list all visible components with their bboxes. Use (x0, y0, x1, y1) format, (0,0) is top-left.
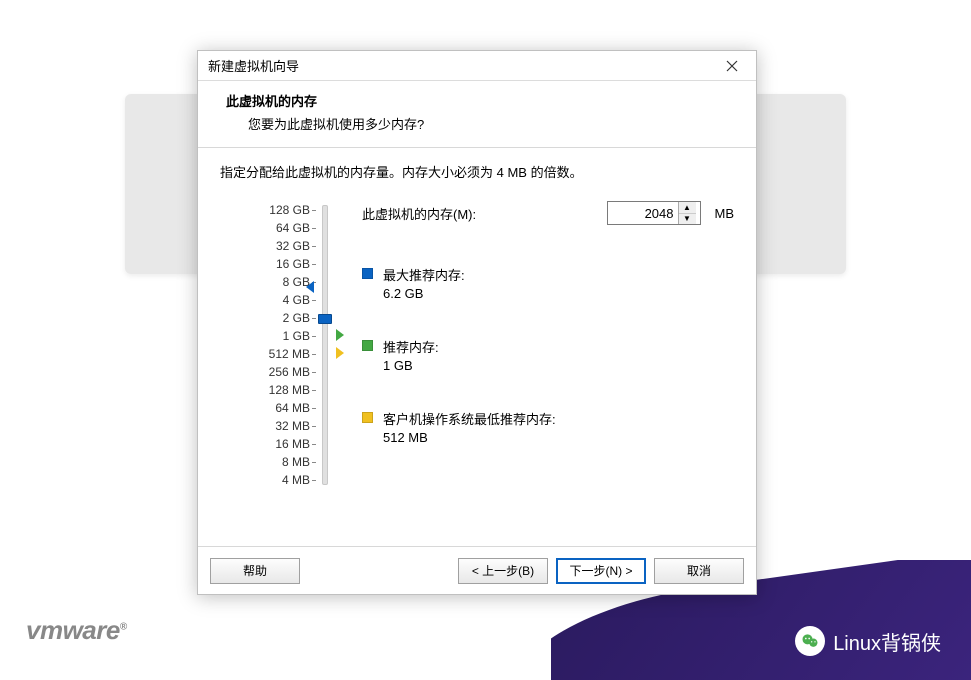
header-title: 此虚拟机的内存 (226, 91, 740, 110)
scale-tick: 4 MB (282, 471, 310, 489)
spin-up-button[interactable]: ▲ (679, 202, 696, 214)
cancel-button[interactable]: 取消 (654, 558, 744, 584)
scale-tick: 32 GB (276, 237, 310, 255)
legend-max-value: 6.2 GB (383, 286, 465, 301)
next-button[interactable]: 下一步(N) > (556, 558, 646, 584)
blue-square-icon (362, 268, 373, 279)
memory-slider[interactable] (318, 201, 332, 489)
legend-rec-label: 推荐内存: (383, 337, 439, 356)
slider-track (322, 205, 328, 485)
scale-tick: 16 GB (276, 255, 310, 273)
recommended-marker-icon (336, 329, 344, 341)
spin-down-button[interactable]: ▼ (679, 214, 696, 225)
scale-tick: 4 GB (283, 291, 310, 309)
wizard-button-row: 帮助 < 上一步(B) 下一步(N) > 取消 (198, 546, 756, 594)
memory-info-column: 此虚拟机的内存(M): ▲ ▼ MB 最大推荐内存: 6.2 GB (332, 201, 734, 489)
legend-max-label: 最大推荐内存: (383, 265, 465, 284)
yellow-square-icon (362, 412, 373, 423)
legend-max: 最大推荐内存: 6.2 GB (362, 265, 734, 301)
scale-tick: 128 MB (269, 381, 310, 399)
scale-tick: 8 MB (282, 453, 310, 471)
titlebar: 新建虚拟机向导 (198, 51, 756, 81)
scale-tick: 128 GB (269, 201, 310, 219)
scale-tick: 2 GB (283, 309, 310, 327)
scale-tick: 1 GB (283, 327, 310, 345)
scale-tick: 512 MB (269, 345, 310, 363)
wizard-content: 指定分配给此虚拟机的内存量。内存大小必须为 4 MB 的倍数。 128 GB 6… (198, 148, 756, 546)
memory-unit: MB (715, 206, 735, 221)
close-icon (726, 60, 738, 72)
instruction-text: 指定分配给此虚拟机的内存量。内存大小必须为 4 MB 的倍数。 (220, 162, 734, 181)
scale-tick: 256 MB (269, 363, 310, 381)
wechat-label: Linux背锅侠 (833, 627, 941, 656)
help-button[interactable]: 帮助 (210, 558, 300, 584)
max-marker-icon (306, 281, 314, 293)
spinner-buttons: ▲ ▼ (678, 202, 696, 224)
legend-minimum: 客户机操作系统最低推荐内存: 512 MB (362, 409, 734, 445)
window-title: 新建虚拟机向导 (208, 56, 299, 75)
new-vm-wizard-dialog: 新建虚拟机向导 此虚拟机的内存 您要为此虚拟机使用多少内存? 指定分配给此虚拟机… (197, 50, 757, 595)
back-button[interactable]: < 上一步(B) (458, 558, 548, 584)
legend-min-value: 512 MB (383, 430, 556, 445)
legend-rec-value: 1 GB (383, 358, 439, 373)
scale-tick: 32 MB (275, 417, 310, 435)
legend-recommended: 推荐内存: 1 GB (362, 337, 734, 373)
header-subtitle: 您要为此虚拟机使用多少内存? (248, 114, 740, 133)
wechat-badge: Linux背锅侠 (795, 626, 941, 656)
slider-thumb[interactable] (318, 314, 332, 324)
scale-tick: 16 MB (275, 435, 310, 453)
memory-input-row: 此虚拟机的内存(M): ▲ ▼ MB (362, 201, 734, 225)
close-button[interactable] (712, 52, 752, 80)
memory-scale-labels: 128 GB 64 GB 32 GB 16 GB 8 GB 4 GB 2 GB … (220, 201, 310, 489)
vmware-logo: vmware® (26, 615, 127, 646)
scale-tick: 64 GB (276, 219, 310, 237)
wizard-header: 此虚拟机的内存 您要为此虚拟机使用多少内存? (198, 81, 756, 148)
memory-input[interactable] (608, 202, 678, 224)
memory-label: 此虚拟机的内存(M): (362, 204, 597, 223)
wechat-icon (795, 626, 825, 656)
green-square-icon (362, 340, 373, 351)
minimum-marker-icon (336, 347, 344, 359)
scale-tick: 64 MB (275, 399, 310, 417)
memory-spinner[interactable]: ▲ ▼ (607, 201, 701, 225)
legend-min-label: 客户机操作系统最低推荐内存: (383, 409, 556, 428)
